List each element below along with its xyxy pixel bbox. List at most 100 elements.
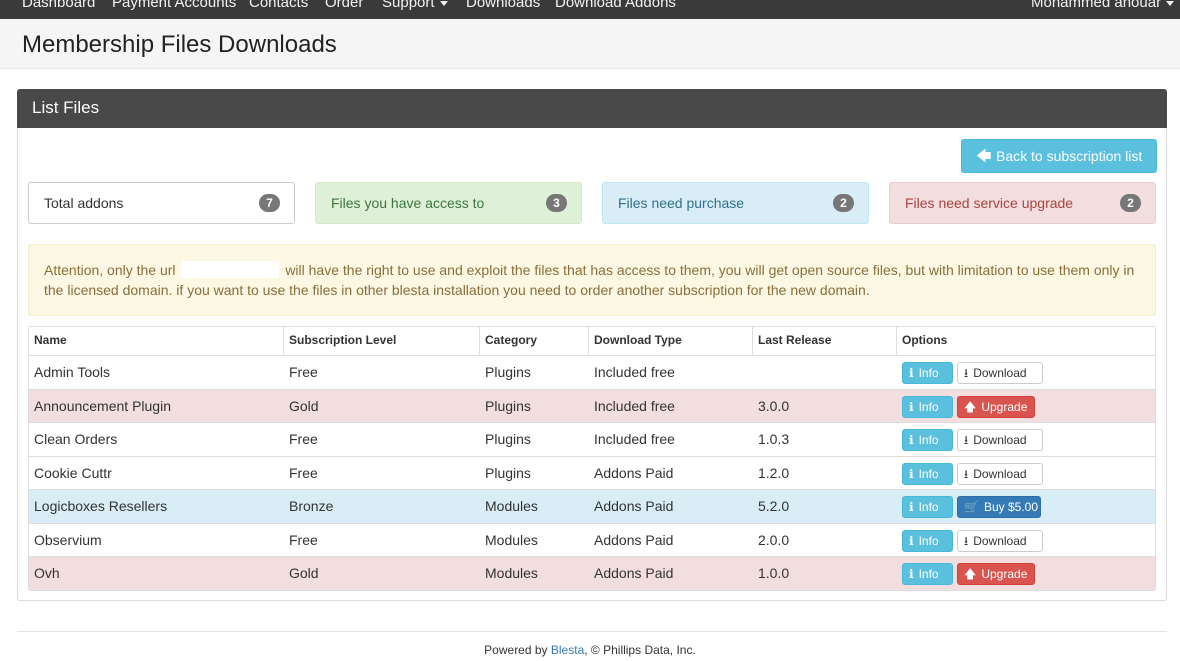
cell-category: Modules [485, 565, 538, 581]
top-navbar: Dashboard Payment Accounts Contacts Orde… [0, 0, 1180, 19]
download-icon: ⭳ [964, 533, 969, 548]
redacted-url [181, 261, 280, 278]
download-button[interactable]: ⭳ Download [957, 529, 1043, 552]
cell-name: Cookie Cuttr [34, 464, 112, 481]
cell-name: Announcement Plugin [34, 397, 171, 414]
files-table: Name Subscription Level Category Downloa… [28, 326, 1156, 591]
cell-download-type: Addons Paid [594, 498, 674, 514]
stat-label: Files need service upgrade [905, 195, 1074, 211]
attention-alert: Attention, only the url will have the ri… [28, 244, 1156, 316]
download-button-label: Download [973, 466, 1027, 481]
column-header-name: Name [34, 333, 67, 347]
footer-divider [17, 631, 1167, 632]
back-button-label: Back to subscription list [996, 148, 1143, 164]
info-button-label: Info [918, 433, 939, 447]
nav-dashboard[interactable]: Dashboard [22, 0, 95, 11]
download-button[interactable]: ⭳ Download [957, 429, 1043, 451]
info-button[interactable]: ℹ Info [902, 529, 953, 552]
list-files-panel: List Files 🡄 Back to subscription list T… [17, 89, 1167, 601]
footer-copyright: , © Phillips Data, Inc. [584, 643, 696, 657]
info-button-label: Info [918, 399, 939, 414]
buy-button[interactable]: 🛒 Buy $5.00 [957, 496, 1041, 518]
nav-downloads[interactable]: Downloads [466, 0, 540, 11]
cell-category: Plugins [485, 431, 531, 447]
cell-level: Gold [289, 397, 319, 414]
stat-files-need-purchase: Files need purchase 2 [602, 182, 869, 224]
stat-badge: 2 [1120, 194, 1141, 212]
stat-label: Files you have access to [331, 195, 485, 211]
panel-heading: List Files [17, 89, 1167, 128]
column-header-category: Category [485, 333, 538, 347]
column-header-options: Options [902, 333, 948, 347]
table-row: Admin Tools Free Plugins Included free ℹ… [29, 355, 1155, 389]
info-button[interactable]: ℹ Info [902, 496, 953, 518]
cell-level: Gold [289, 565, 319, 581]
upgrade-button[interactable]: 🡅 Upgrade [957, 563, 1035, 585]
arrow-left-icon: 🡄 [976, 148, 992, 165]
cell-level: Bronze [289, 498, 334, 514]
info-button-label: Info [918, 366, 939, 380]
download-icon: ⭳ [964, 366, 969, 380]
cell-download-type: Included free [594, 364, 675, 380]
nav-support-label: Support [382, 0, 435, 11]
stat-badge: 2 [833, 194, 854, 212]
table-row: Clean Orders Free Plugins Included free … [29, 422, 1155, 456]
stat-total-addons: Total addons 7 [28, 182, 295, 224]
stat-label: Total addons [44, 195, 124, 211]
cell-name: Logicboxes Resellers [34, 498, 168, 514]
download-button[interactable]: ⭳ Download [957, 362, 1043, 384]
info-button[interactable]: ℹ Info [902, 395, 953, 418]
cell-last-release: 1.0.3 [758, 431, 790, 447]
info-button[interactable]: ℹ Info [902, 429, 953, 451]
nav-download-addons[interactable]: Download Addons [555, 0, 676, 11]
cell-level: Free [289, 531, 318, 548]
column-header-last-release: Last Release [758, 333, 832, 347]
stat-label: Files need purchase [618, 195, 745, 211]
info-button-label: Info [918, 500, 939, 514]
arrow-up-icon: 🡅 [964, 399, 977, 414]
download-icon: ⭳ [964, 433, 969, 447]
table-row: Announcement Plugin Gold Plugins Include… [29, 388, 1155, 422]
nav-support[interactable]: Support [382, 0, 448, 11]
cell-download-type: Addons Paid [594, 565, 674, 581]
blesta-link[interactable]: Blesta [551, 643, 584, 657]
info-button-label: Info [918, 533, 939, 548]
info-button[interactable]: ℹ Info [902, 563, 953, 585]
user-name: Mohammed anouar [1031, 0, 1162, 11]
nav-user-menu[interactable]: Mohammed anouar [1031, 0, 1175, 11]
upgrade-button-label: Upgrade [981, 399, 1028, 414]
info-icon: ℹ [909, 433, 914, 447]
stat-badge: 3 [546, 194, 567, 212]
cell-level: Free [289, 431, 318, 447]
cell-last-release: 3.0.0 [758, 397, 790, 414]
back-to-subscription-list-button[interactable]: 🡄 Back to subscription list [961, 139, 1157, 173]
info-button-label: Info [918, 567, 939, 581]
cell-name: Ovh [34, 565, 60, 581]
info-icon: ℹ [909, 567, 914, 581]
upgrade-button[interactable]: 🡅 Upgrade [957, 395, 1035, 418]
nav-order[interactable]: Order [325, 0, 363, 11]
info-button[interactable]: ℹ Info [902, 362, 953, 384]
nav-contacts[interactable]: Contacts [249, 0, 308, 11]
chevron-down-icon [439, 0, 448, 6]
download-button[interactable]: ⭳ Download [957, 462, 1043, 485]
info-icon: ℹ [909, 500, 914, 514]
cell-last-release: 2.0.0 [758, 531, 790, 548]
chevron-down-icon [1166, 0, 1175, 6]
download-button-label: Download [973, 533, 1027, 548]
download-button-label: Download [973, 366, 1027, 380]
stat-files-need-upgrade: Files need service upgrade 2 [889, 182, 1156, 224]
arrow-up-icon: 🡅 [964, 567, 977, 581]
download-icon: ⭳ [964, 466, 969, 481]
info-button[interactable]: ℹ Info [902, 462, 953, 485]
stat-files-access: Files you have access to 3 [315, 182, 582, 224]
alert-text-start: Attention, only the url [44, 262, 176, 278]
cell-name: Observium [34, 531, 102, 548]
upgrade-button-label: Upgrade [981, 567, 1028, 581]
info-icon: ℹ [909, 399, 914, 414]
table-row: Cookie Cuttr Free Plugins Addons Paid 1.… [29, 455, 1155, 490]
cell-name: Admin Tools [34, 364, 111, 380]
nav-payment-accounts[interactable]: Payment Accounts [112, 0, 236, 11]
cell-name: Clean Orders [34, 431, 118, 447]
panel-title: List Files [32, 98, 100, 117]
